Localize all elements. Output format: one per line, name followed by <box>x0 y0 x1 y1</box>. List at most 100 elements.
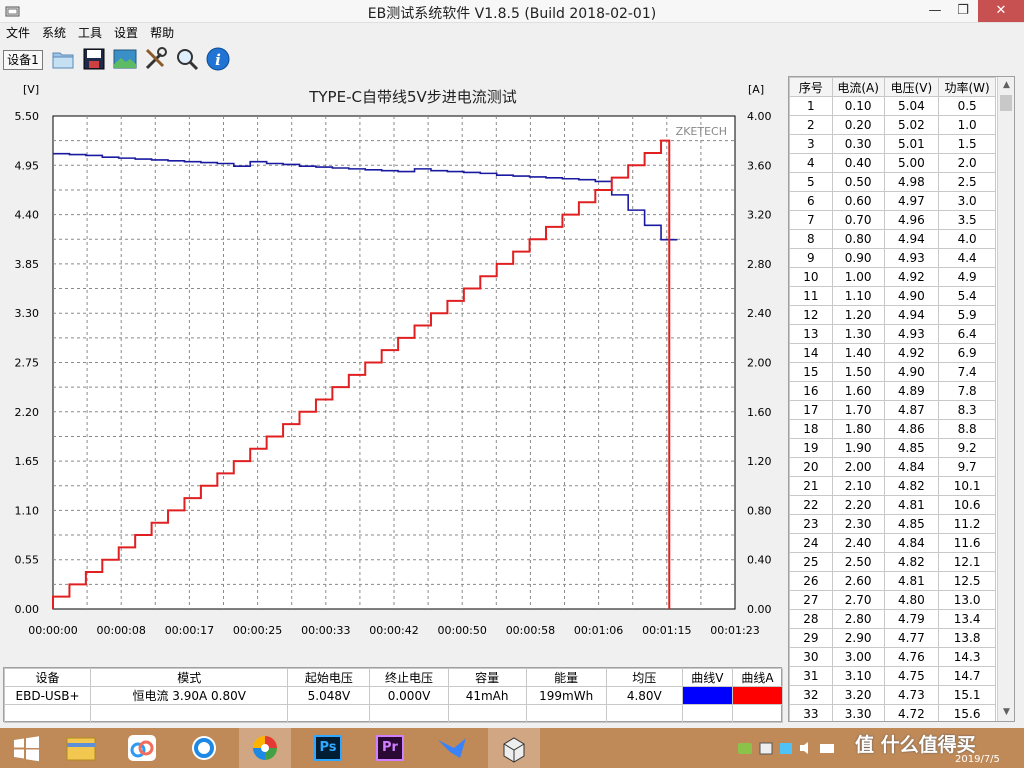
tray-date: 2019/7/5 <box>955 754 1000 765</box>
column-header[interactable]: 功率(W) <box>938 77 996 97</box>
table-row[interactable]: 15 1.50 4.90 7.4 <box>789 362 996 382</box>
table-cell: 2.40 <box>831 533 885 553</box>
tools-icon[interactable] <box>143 46 169 72</box>
svg-text:i: i <box>215 51 221 69</box>
table-row[interactable]: 10 1.00 4.92 4.9 <box>789 267 996 287</box>
x-axis-tick-label: 00:00:42 <box>369 624 418 637</box>
menu-tools[interactable]: 工具 <box>72 23 108 41</box>
chart-area: 5.50 4.95 4.40 3.85 3.30 2.75 2.20 1.65 1.10 0.55… <box>15 110 772 637</box>
info-icon[interactable]: i <box>205 46 231 72</box>
table-cell: 24 <box>789 533 833 553</box>
device-tab[interactable]: 设备1 <box>3 50 43 70</box>
close-button[interactable]: ✕ <box>978 0 1024 22</box>
table-row[interactable]: 19 1.90 4.85 9.2 <box>789 438 996 458</box>
table-row[interactable]: 11 1.10 4.90 5.4 <box>789 286 996 306</box>
menu-file[interactable]: 文件 <box>0 23 36 41</box>
table-row[interactable]: 27 2.70 4.80 13.0 <box>789 590 996 610</box>
left-axis-tick-label: 3.85 <box>15 258 40 271</box>
save-icon[interactable] <box>81 46 107 72</box>
curve-v-color-swatch[interactable] <box>681 686 733 705</box>
table-row[interactable]: 21 2.10 4.82 10.1 <box>789 476 996 496</box>
table-row[interactable]: 32 3.20 4.73 15.1 <box>789 685 996 705</box>
baidu-netdisk-icon[interactable] <box>116 728 168 768</box>
table-row[interactable]: 3 0.30 5.01 1.5 <box>789 134 996 154</box>
table-row[interactable]: 20 2.00 4.84 9.7 <box>789 457 996 477</box>
table-cell: 4.82 <box>883 476 940 496</box>
table-cell: 1.80 <box>831 419 885 439</box>
table-row[interactable]: 23 2.30 4.85 11.2 <box>789 514 996 534</box>
summary-empty-cell <box>447 704 527 723</box>
curve-a-color-swatch[interactable] <box>731 686 784 705</box>
summary-table: 设备 模式 起始电压 终止电压 容量 能量 均压 曲线V 曲线A EBD-USB+ 恒电流 3.9… <box>3 668 784 723</box>
data-table-panel: 序号 电流(A) 电压(V) 功率(W) 1 0.10 5.04 0.5 2 0.20 5.02 1… <box>788 76 1015 722</box>
maximize-button[interactable]: ❐ <box>948 0 978 22</box>
scroll-thumb[interactable] <box>1000 95 1012 111</box>
right-axis-tick-label: 4.00 <box>747 110 772 123</box>
table-row[interactable]: 22 2.20 4.81 10.6 <box>789 495 996 515</box>
table-cell: 2.80 <box>831 609 885 629</box>
scroll-up-icon[interactable]: ▲ <box>998 77 1014 94</box>
table-row[interactable]: 12 1.20 4.94 5.9 <box>789 305 996 325</box>
search-icon[interactable] <box>174 46 200 72</box>
table-row[interactable]: 13 1.30 4.93 6.4 <box>789 324 996 344</box>
table-row[interactable]: 8 0.80 4.94 4.0 <box>789 229 996 249</box>
table-row[interactable]: 2 0.20 5.02 1.0 <box>789 115 996 135</box>
menu-settings[interactable]: 设置 <box>108 23 144 41</box>
minimize-button[interactable]: — <box>920 0 950 22</box>
table-row[interactable]: 4 0.40 5.00 2.0 <box>789 153 996 173</box>
folder-icon[interactable] <box>50 46 76 72</box>
right-axis-tick-label: 2.00 <box>747 357 772 370</box>
table-row[interactable]: 14 1.40 4.92 6.9 <box>789 343 996 363</box>
table-cell: 4.72 <box>883 704 940 721</box>
table-row[interactable]: 18 1.80 4.86 8.8 <box>789 419 996 439</box>
table-cell: 1.30 <box>831 324 885 344</box>
table-row[interactable]: 25 2.50 4.82 12.1 <box>789 552 996 572</box>
summary-cell: 41mAh <box>447 686 527 705</box>
menu-help[interactable]: 帮助 <box>144 23 180 41</box>
windows-start-icon[interactable] <box>0 728 52 768</box>
table-row[interactable]: 9 0.90 4.93 4.4 <box>789 248 996 268</box>
table-row[interactable]: 26 2.60 4.81 12.5 <box>789 571 996 591</box>
table-cell: 0.20 <box>831 115 885 135</box>
table-row[interactable]: 33 3.30 4.72 15.6 <box>789 704 996 721</box>
table-cell: 13 <box>789 324 833 344</box>
table-row[interactable]: 5 0.50 4.98 2.5 <box>789 172 996 192</box>
table-row[interactable]: 29 2.90 4.77 13.8 <box>789 628 996 648</box>
premiere-icon[interactable]: Pr <box>364 728 416 768</box>
table-cell: 4.82 <box>883 552 940 572</box>
table-row[interactable]: 16 1.60 4.89 7.8 <box>789 381 996 401</box>
vertical-scrollbar[interactable]: ▲ ▼ <box>997 77 1014 721</box>
feishu-icon[interactable] <box>426 728 478 768</box>
menu-system[interactable]: 系统 <box>36 23 72 41</box>
right-axis-tick-label: 0.80 <box>747 504 772 517</box>
eb-test-icon[interactable] <box>488 728 540 768</box>
left-axis-unit: [V] <box>23 83 40 96</box>
file-explorer-icon[interactable] <box>55 728 107 768</box>
x-axis-tick-label: 00:00:25 <box>233 624 282 637</box>
table-row[interactable]: 17 1.70 4.87 8.3 <box>789 400 996 420</box>
table-row[interactable]: 30 3.00 4.76 14.3 <box>789 647 996 667</box>
picture-icon[interactable] <box>112 46 138 72</box>
table-row[interactable]: 28 2.80 4.79 13.4 <box>789 609 996 629</box>
table-row[interactable]: 1 0.10 5.04 0.5 <box>789 96 996 116</box>
column-header[interactable]: 电压(V) <box>883 77 940 97</box>
x-axis-tick-label: 00:00:00 <box>28 624 77 637</box>
photoshop-icon[interactable]: Ps <box>302 728 354 768</box>
photos-icon[interactable] <box>239 728 291 768</box>
column-header[interactable]: 序号 <box>789 77 833 97</box>
table-row[interactable]: 6 0.60 4.97 3.0 <box>789 191 996 211</box>
scroll-down-icon[interactable]: ▼ <box>998 704 1014 721</box>
table-row[interactable]: 24 2.40 4.84 11.6 <box>789 533 996 553</box>
column-header[interactable]: 电流(A) <box>831 77 885 97</box>
table-row[interactable]: 7 0.70 4.96 3.5 <box>789 210 996 230</box>
table-cell: 0.40 <box>831 153 885 173</box>
table-cell: 4.90 <box>883 286 940 306</box>
table-cell: 10.1 <box>938 476 996 496</box>
x-axis-tick-label: 00:00:50 <box>437 624 486 637</box>
system-tray-icons[interactable] <box>736 740 846 756</box>
summary-cell: 4.80V <box>605 686 683 705</box>
browser-icon[interactable] <box>178 728 230 768</box>
table-cell: 4.84 <box>883 533 940 553</box>
table-cell: 17 <box>789 400 833 420</box>
table-row[interactable]: 31 3.10 4.75 14.7 <box>789 666 996 686</box>
